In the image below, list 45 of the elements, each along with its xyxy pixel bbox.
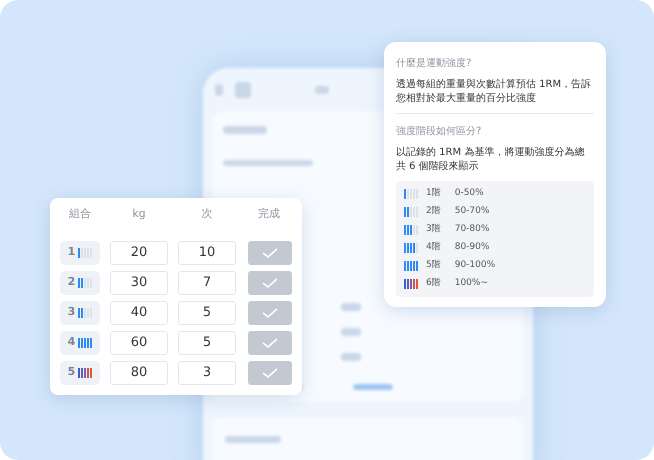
done-checkbox[interactable] bbox=[248, 240, 292, 264]
weight-input[interactable]: 20 bbox=[110, 240, 168, 264]
stage-range: 100%~ bbox=[454, 277, 488, 290]
stage-range: 90-100% bbox=[454, 259, 496, 272]
done-checkbox[interactable] bbox=[248, 330, 292, 354]
question-heading: 強度階段如何區分? bbox=[396, 124, 482, 139]
reps-input[interactable]: 7 bbox=[178, 270, 236, 294]
set-number: 5 bbox=[68, 364, 76, 380]
reps-input[interactable]: 3 bbox=[178, 360, 236, 384]
stage-name: 3階 bbox=[426, 223, 441, 236]
check-icon bbox=[261, 246, 279, 258]
done-checkbox[interactable] bbox=[248, 300, 292, 324]
check-icon bbox=[261, 306, 279, 318]
set-number: 2 bbox=[68, 274, 76, 290]
stage-range: 0-50% bbox=[454, 187, 484, 200]
check-icon bbox=[261, 336, 279, 348]
stage-name: 4階 bbox=[426, 241, 441, 254]
question-heading: 什麼是運動強度? bbox=[396, 56, 472, 71]
column-header: kg bbox=[131, 206, 147, 222]
set-number: 1 bbox=[68, 244, 76, 260]
set-number: 4 bbox=[68, 334, 76, 350]
reps-input[interactable]: 10 bbox=[178, 240, 236, 264]
stage-range: 50-70% bbox=[454, 205, 490, 218]
weight-input[interactable]: 60 bbox=[110, 330, 168, 354]
stage-name: 1階 bbox=[426, 187, 441, 200]
column-header: 次 bbox=[200, 206, 214, 222]
stage-name: 6階 bbox=[426, 277, 441, 290]
stage-range: 70-80% bbox=[454, 223, 490, 236]
check-icon bbox=[261, 366, 279, 378]
answer-text: 以記錄的 1RM 為基準，將運動強度分為總共 6 個階段來顯示 bbox=[396, 146, 586, 173]
reps-input[interactable]: 5 bbox=[178, 330, 236, 354]
done-checkbox[interactable] bbox=[248, 270, 292, 294]
weight-input[interactable]: 30 bbox=[110, 270, 168, 294]
weight-input[interactable]: 40 bbox=[110, 300, 168, 324]
weight-input[interactable]: 80 bbox=[110, 360, 168, 384]
column-header: 組合 bbox=[68, 206, 92, 222]
reps-input[interactable]: 5 bbox=[178, 300, 236, 324]
stage-name: 2階 bbox=[426, 205, 441, 218]
column-header: 完成 bbox=[257, 206, 281, 222]
stage-range: 80-90% bbox=[454, 241, 490, 254]
answer-text: 透過每組的重量與次數計算預估 1RM，告訴您相對於最大重量的百分比強度 bbox=[396, 78, 592, 105]
done-checkbox[interactable] bbox=[248, 360, 292, 384]
set-number: 3 bbox=[68, 304, 76, 320]
stage-name: 5階 bbox=[426, 259, 441, 272]
check-icon bbox=[261, 276, 279, 288]
